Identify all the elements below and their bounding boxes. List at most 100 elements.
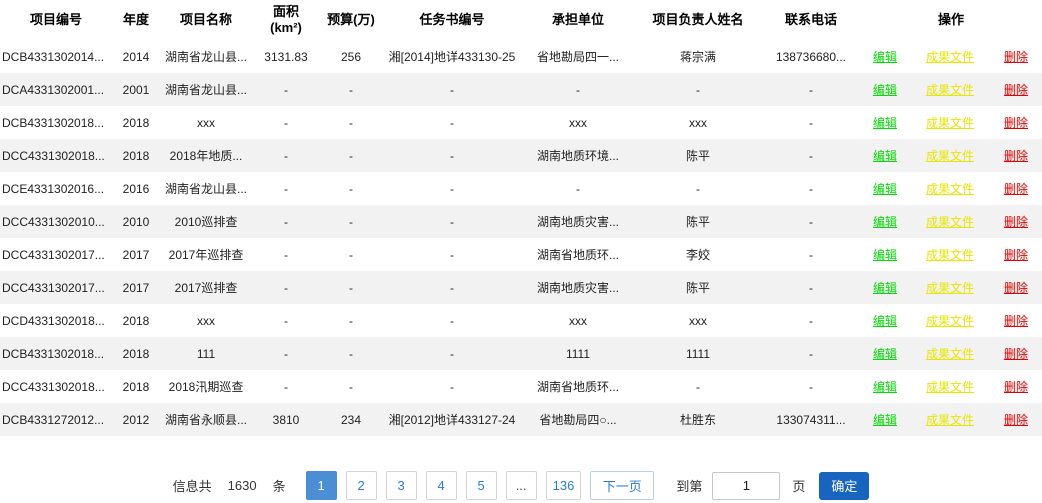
- cell-area: -: [252, 73, 320, 106]
- cell-budget: -: [320, 238, 382, 271]
- edit-link[interactable]: 编辑: [873, 215, 897, 229]
- edit-link[interactable]: 编辑: [873, 116, 897, 130]
- page-button-2[interactable]: 2: [346, 471, 377, 500]
- edit-link[interactable]: 编辑: [873, 248, 897, 262]
- next-page-button[interactable]: 下一页: [590, 471, 654, 500]
- pagination-info-suffix: 条: [273, 476, 286, 495]
- confirm-button[interactable]: 确定: [819, 472, 869, 500]
- delete-link[interactable]: 删除: [1004, 314, 1028, 328]
- edit-link[interactable]: 编辑: [873, 182, 897, 196]
- cell-project-name: 2017年巡排查: [160, 238, 252, 271]
- delete-link[interactable]: 删除: [1004, 281, 1028, 295]
- pagination-bar: 信息共 1630 条 12345...136 下一页 到第 页 确定: [0, 471, 1042, 500]
- result-file-link[interactable]: 成果文件: [926, 380, 974, 394]
- cell-project-name: 湖南省永顺县...: [160, 403, 252, 436]
- cell-task-no: -: [382, 238, 522, 271]
- cell-unit: 湖南地质环境...: [522, 139, 634, 172]
- delete-link[interactable]: 删除: [1004, 83, 1028, 97]
- result-file-link[interactable]: 成果文件: [926, 83, 974, 97]
- edit-link[interactable]: 编辑: [873, 83, 897, 97]
- page-ellipsis-button[interactable]: ...: [506, 471, 537, 500]
- cell-actions: 删除: [990, 106, 1042, 139]
- delete-link[interactable]: 删除: [1004, 50, 1028, 64]
- cell-year: 2017: [112, 238, 160, 271]
- edit-link[interactable]: 编辑: [873, 347, 897, 361]
- cell-year: 2018: [112, 337, 160, 370]
- page-button-1[interactable]: 1: [306, 471, 337, 500]
- delete-link[interactable]: 删除: [1004, 215, 1028, 229]
- result-file-link[interactable]: 成果文件: [926, 182, 974, 196]
- delete-link[interactable]: 删除: [1004, 413, 1028, 427]
- edit-link[interactable]: 编辑: [873, 314, 897, 328]
- result-file-link[interactable]: 成果文件: [926, 413, 974, 427]
- delete-link[interactable]: 删除: [1004, 182, 1028, 196]
- result-file-link[interactable]: 成果文件: [926, 314, 974, 328]
- table-row: DCC4331302017...20172017年巡排查---湖南省地质环...…: [0, 238, 1042, 271]
- edit-link[interactable]: 编辑: [873, 50, 897, 64]
- table-row: DCC4331302018...20182018汛期巡查---湖南省地质环...…: [0, 370, 1042, 403]
- cell-task-no: -: [382, 304, 522, 337]
- delete-link[interactable]: 删除: [1004, 248, 1028, 262]
- cell-year: 2012: [112, 403, 160, 436]
- cell-actions: 成果文件: [910, 271, 990, 304]
- result-file-link[interactable]: 成果文件: [926, 281, 974, 295]
- result-file-link[interactable]: 成果文件: [926, 116, 974, 130]
- delete-link[interactable]: 删除: [1004, 149, 1028, 163]
- result-file-link[interactable]: 成果文件: [926, 215, 974, 229]
- page-button-136[interactable]: 136: [546, 471, 582, 500]
- table-row: DCA4331302001...2001湖南省龙山县...------编辑成果文…: [0, 73, 1042, 106]
- edit-link[interactable]: 编辑: [873, 281, 897, 295]
- cell-budget: -: [320, 139, 382, 172]
- cell-phone: 133074311...: [762, 403, 860, 436]
- edit-link[interactable]: 编辑: [873, 380, 897, 394]
- page-button-5[interactable]: 5: [466, 471, 497, 500]
- result-file-link[interactable]: 成果文件: [926, 347, 974, 361]
- cell-year: 2010: [112, 205, 160, 238]
- cell-leader: 1111: [634, 337, 762, 370]
- cell-project-id: DCC4331302018...: [0, 370, 112, 403]
- cell-leader: 陈平: [634, 139, 762, 172]
- cell-budget: -: [320, 271, 382, 304]
- result-file-link[interactable]: 成果文件: [926, 50, 974, 64]
- table-row: DCB4331302014...2014湖南省龙山县...3131.83256湘…: [0, 40, 1042, 73]
- cell-year: 2014: [112, 40, 160, 73]
- result-file-link[interactable]: 成果文件: [926, 248, 974, 262]
- cell-project-name: 2018汛期巡查: [160, 370, 252, 403]
- cell-unit: 1111: [522, 337, 634, 370]
- cell-project-id: DCB4331302014...: [0, 40, 112, 73]
- cell-year: 2018: [112, 139, 160, 172]
- edit-link[interactable]: 编辑: [873, 413, 897, 427]
- cell-year: 2017: [112, 271, 160, 304]
- cell-leader: xxx: [634, 106, 762, 139]
- cell-phone: -: [762, 337, 860, 370]
- total-count: 1630: [228, 478, 257, 493]
- cell-leader: 杜胜东: [634, 403, 762, 436]
- page-button-3[interactable]: 3: [386, 471, 417, 500]
- cell-actions: 编辑: [860, 304, 910, 337]
- cell-year: 2018: [112, 370, 160, 403]
- cell-phone: -: [762, 172, 860, 205]
- delete-link[interactable]: 删除: [1004, 380, 1028, 394]
- page-buttons: 12345... 136: [306, 471, 591, 500]
- delete-link[interactable]: 删除: [1004, 347, 1028, 361]
- cell-budget: -: [320, 304, 382, 337]
- goto-page-label: 到第: [676, 476, 702, 495]
- col-header-phone: 联系电话: [762, 0, 860, 40]
- col-header-leader: 项目负责人姓名: [634, 0, 762, 40]
- result-file-link[interactable]: 成果文件: [926, 149, 974, 163]
- table-row: DCB4331302018...2018xxx---xxxxxx-编辑成果文件删…: [0, 106, 1042, 139]
- cell-leader: -: [634, 172, 762, 205]
- cell-task-no: -: [382, 106, 522, 139]
- cell-year: 2018: [112, 304, 160, 337]
- cell-project-id: DCB4331302018...: [0, 106, 112, 139]
- page-button-4[interactable]: 4: [426, 471, 457, 500]
- col-header-area: 面积 (km²): [252, 0, 320, 40]
- cell-leader: 陈平: [634, 205, 762, 238]
- goto-page-input[interactable]: [712, 472, 780, 500]
- cell-project-name: 湖南省龙山县...: [160, 73, 252, 106]
- cell-actions: 成果文件: [910, 370, 990, 403]
- cell-area: 3131.83: [252, 40, 320, 73]
- cell-phone: 138736680...: [762, 40, 860, 73]
- edit-link[interactable]: 编辑: [873, 149, 897, 163]
- delete-link[interactable]: 删除: [1004, 116, 1028, 130]
